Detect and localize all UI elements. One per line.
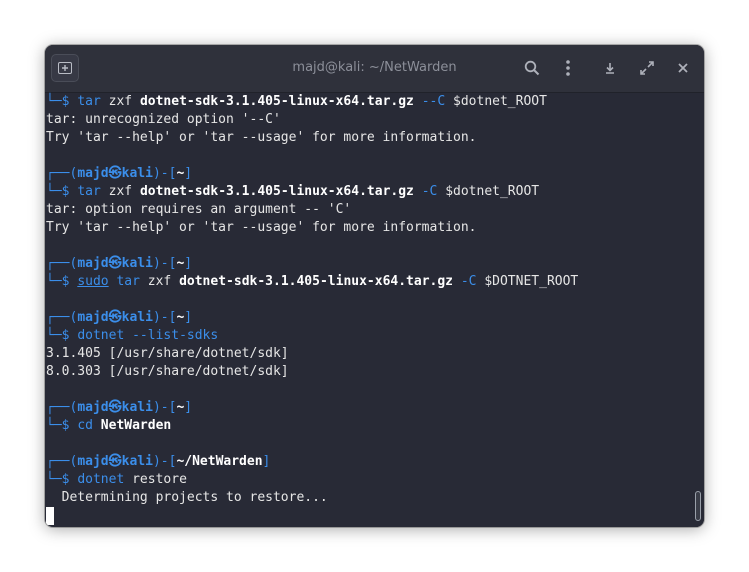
prompt-line: ┌──(majd㉿kali)-[~] <box>46 256 193 271</box>
prompt-line: ┌──(majd㉿kali)-[~] <box>46 400 193 415</box>
scrollbar-thumb[interactable] <box>695 491 701 521</box>
text-cursor <box>46 507 54 525</box>
prompt-line: ┌──(majd㉿kali)-[~/NetWarden] <box>46 454 271 469</box>
command-line: └─$ tar zxf dotnet-sdk-3.1.405-linux-x64… <box>46 184 540 199</box>
terminal-output[interactable]: └─$ tar zxf dotnet-sdk-3.1.405-linux-x64… <box>45 93 693 527</box>
close-icon[interactable] <box>672 57 694 79</box>
output-line: Try 'tar --help' or 'tar --usage' for mo… <box>46 220 477 235</box>
command-line: └─$ dotnet --list-sdks <box>46 328 219 343</box>
command-line: └─$ tar zxf dotnet-sdk-3.1.405-linux-x64… <box>46 94 547 109</box>
command-line: └─$ dotnet restore <box>46 472 187 487</box>
output-line: tar: option requires an argument -- 'C' <box>46 202 352 217</box>
output-line: Determining projects to restore... <box>46 490 328 505</box>
prompt-line: ┌──(majd㉿kali)-[~] <box>46 166 193 181</box>
maximize-icon[interactable] <box>636 57 658 79</box>
output-line: 3.1.405 [/usr/share/dotnet/sdk] <box>46 346 289 361</box>
title-bar: majd@kali: ~/NetWarden <box>45 45 704 93</box>
output-line: Try 'tar --help' or 'tar --usage' for mo… <box>46 130 477 145</box>
minimize-icon[interactable] <box>599 57 621 79</box>
search-icon[interactable] <box>521 57 543 79</box>
command-line: └─$ cd NetWarden <box>46 418 172 433</box>
output-line: tar: unrecognized option '--C' <box>46 112 281 127</box>
kebab-menu-icon[interactable] <box>557 57 579 79</box>
scrollbar[interactable] <box>693 93 704 527</box>
terminal-window: majd@kali: ~/NetWarden └─$ tar zxf dotne… <box>45 45 704 527</box>
prompt-line: ┌──(majd㉿kali)-[~] <box>46 310 193 325</box>
command-line: └─$ sudo tar zxf dotnet-sdk-3.1.405-linu… <box>46 274 579 289</box>
output-line: 8.0.303 [/usr/share/dotnet/sdk] <box>46 364 289 379</box>
